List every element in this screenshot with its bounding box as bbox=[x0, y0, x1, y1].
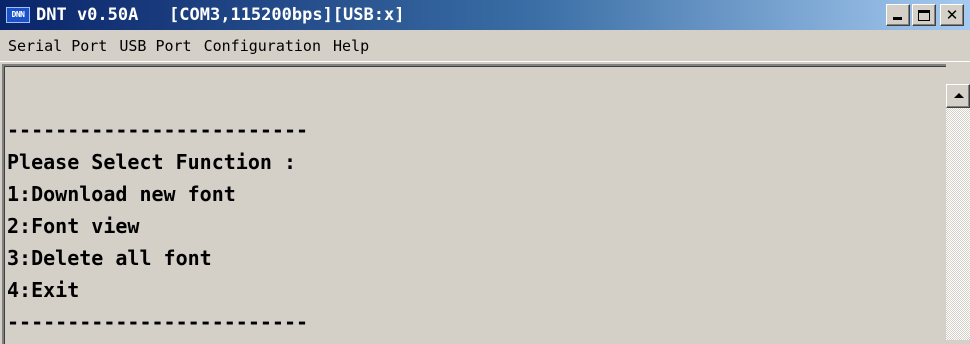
caption-buttons: ✕ bbox=[886, 4, 964, 26]
menu-help[interactable]: Help bbox=[329, 37, 373, 55]
title-bar[interactable]: DNN DNT v0.50A [COM3,115200bps][USB:x] ✕ bbox=[0, 0, 970, 30]
menu-configuration[interactable]: Configuration bbox=[200, 37, 325, 55]
close-button[interactable]: ✕ bbox=[940, 4, 964, 26]
scroll-up-button[interactable] bbox=[946, 84, 970, 108]
up-arrow-icon bbox=[954, 93, 964, 98]
app-window: DNN DNT v0.50A [COM3,115200bps][USB:x] ✕… bbox=[0, 0, 970, 344]
menu-serial-port[interactable]: Serial Port bbox=[4, 37, 111, 55]
menu-bar: Serial Port USB Port Configuration Help bbox=[0, 31, 970, 62]
terminal-output[interactable]: ------------------------- Please Select … bbox=[4, 66, 946, 344]
option-exit: 4:Exit bbox=[7, 278, 80, 302]
option-download-new-font: 1:Download new font bbox=[7, 182, 236, 206]
separator-line: ------------------------- bbox=[7, 310, 309, 334]
separator-line: ------------------------- bbox=[7, 118, 309, 142]
vertical-scrollbar[interactable] bbox=[946, 84, 970, 340]
app-icon[interactable]: DNN bbox=[6, 7, 30, 23]
minimize-icon bbox=[893, 17, 902, 20]
maximize-button[interactable] bbox=[912, 4, 936, 26]
window-title: DNT v0.50A [COM3,115200bps][USB:x] bbox=[36, 5, 405, 25]
menu-usb-port[interactable]: USB Port bbox=[115, 37, 195, 55]
option-delete-all-font: 3:Delete all font bbox=[7, 246, 212, 270]
prompt-line: Please Select Function : bbox=[7, 150, 296, 174]
maximize-icon bbox=[918, 9, 930, 21]
option-font-view: 2:Font view bbox=[7, 214, 140, 238]
terminal-frame: ------------------------- Please Select … bbox=[2, 64, 946, 344]
minimize-button[interactable] bbox=[886, 4, 910, 26]
close-icon: ✕ bbox=[945, 5, 959, 24]
